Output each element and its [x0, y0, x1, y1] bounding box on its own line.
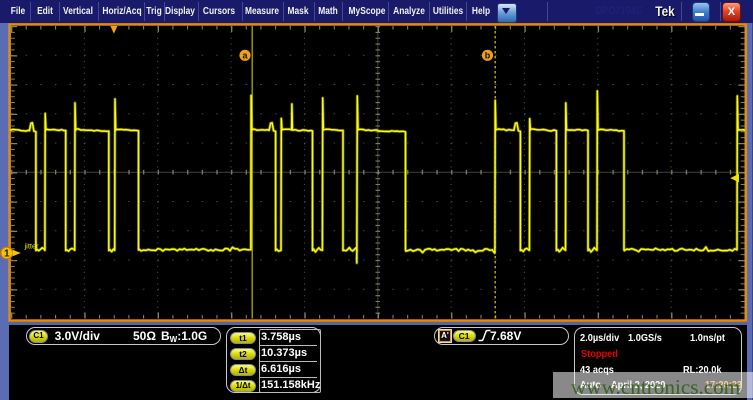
svg-text:b: b — [485, 51, 491, 61]
svg-text:1: 1 — [4, 249, 10, 260]
svg-text:jitter: jitter — [24, 242, 40, 251]
